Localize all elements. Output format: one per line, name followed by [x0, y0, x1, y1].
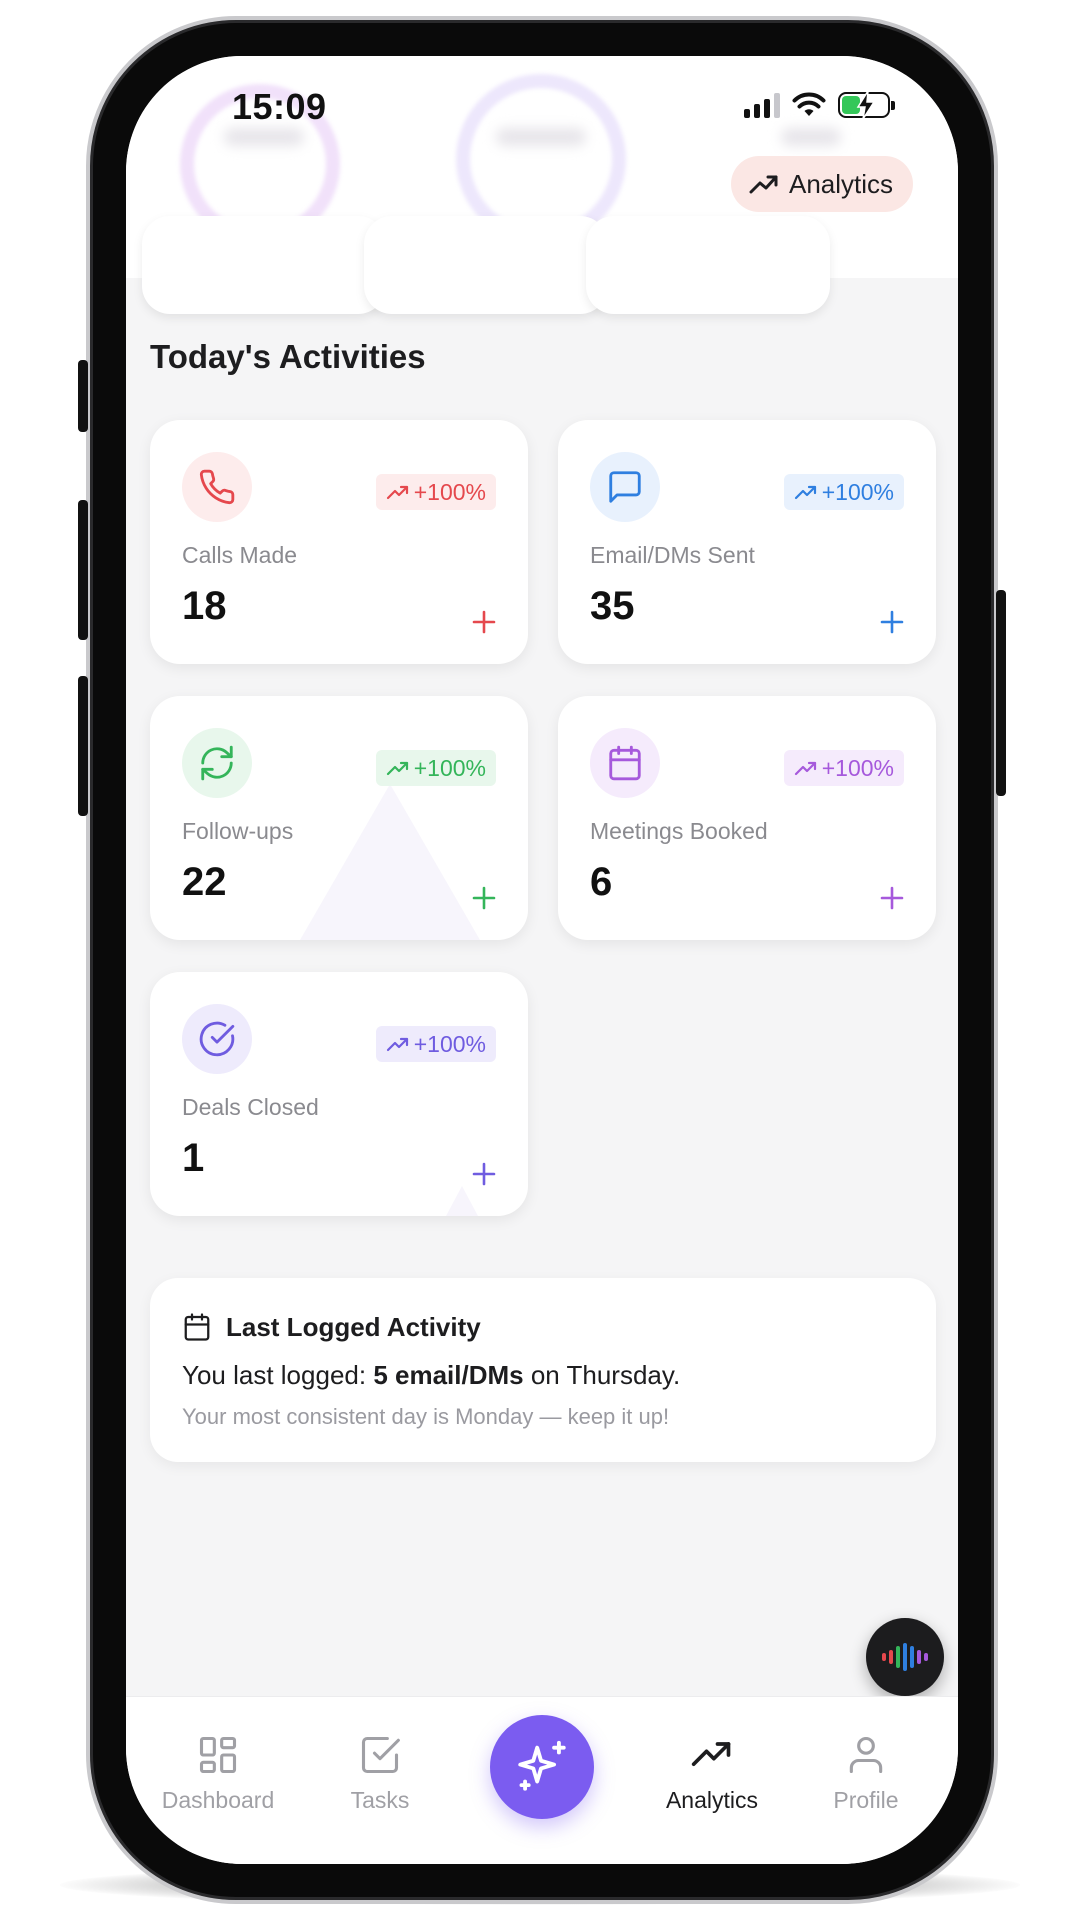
plus-icon[interactable]	[470, 1160, 498, 1188]
checkbox-icon	[361, 1736, 400, 1774]
calendar-icon	[590, 728, 660, 798]
decorative-shape	[446, 1186, 478, 1216]
last-logged-title: Last Logged Activity	[226, 1312, 481, 1342]
bottom-navigation: Dashboard Tasks Analytics Profile	[126, 1696, 958, 1864]
trending-up-icon	[794, 485, 816, 500]
volume-up-button	[78, 500, 88, 640]
last-logged-summary: You last logged: 5 email/DMs on Thursday…	[182, 1360, 681, 1390]
voice-assistant-button[interactable]	[866, 1618, 944, 1696]
user-icon	[849, 1736, 883, 1774]
check-circle-icon	[182, 1004, 252, 1074]
activity-card-deals[interactable]: +100% Deals Closed 1	[150, 972, 528, 1216]
ai-sparkle-button[interactable]	[490, 1715, 594, 1819]
change-badge: +100%	[375, 750, 496, 786]
change-badge: +100%	[375, 1026, 496, 1062]
calendar-icon	[184, 1313, 210, 1341]
nav-label: Analytics	[665, 1787, 759, 1813]
last-logged-subtitle: Your most consistent day is Monday — kee…	[182, 1404, 670, 1429]
activity-label: Email/DMs Sent	[590, 542, 755, 568]
activity-value: 22	[182, 860, 227, 904]
plus-icon[interactable]	[878, 608, 906, 636]
message-icon	[590, 452, 660, 522]
trending-up-icon	[691, 1742, 731, 1766]
activity-value: 1	[182, 1136, 205, 1180]
refresh-icon	[182, 728, 252, 798]
analytics-button[interactable]: Analytics	[731, 156, 914, 212]
volume-down-button	[78, 676, 88, 816]
nav-analytics[interactable]: Analytics	[642, 1733, 782, 1814]
activity-card-calls[interactable]: +100% Calls Made 18	[150, 420, 528, 664]
trending-up-icon	[386, 1037, 408, 1052]
mute-switch	[78, 360, 88, 432]
activity-value: 18	[182, 584, 227, 628]
activity-card-followups[interactable]: +100% Follow-ups 22	[150, 696, 528, 940]
activity-value: 6	[590, 860, 613, 904]
nav-label: Profile	[833, 1787, 899, 1813]
trending-up-icon	[794, 761, 816, 776]
last-logged-card: Last Logged Activity You last logged: 5 …	[150, 1278, 936, 1462]
plus-icon[interactable]	[470, 884, 498, 912]
activity-value: 35	[590, 584, 635, 628]
trending-up-icon	[386, 761, 408, 776]
activity-label: Follow-ups	[182, 818, 294, 844]
activity-label: Meetings Booked	[590, 818, 768, 844]
plus-icon[interactable]	[878, 884, 906, 912]
nav-profile[interactable]: Profile	[796, 1733, 936, 1814]
change-badge: +100%	[375, 474, 496, 510]
activity-label: Calls Made	[182, 542, 298, 568]
change-badge: +100%	[783, 474, 904, 510]
nav-dashboard[interactable]: Dashboard	[148, 1733, 288, 1814]
change-badge: +100%	[783, 750, 904, 786]
plus-icon[interactable]	[470, 608, 498, 636]
phone-icon	[182, 452, 252, 522]
sparkles-icon	[518, 1740, 566, 1791]
activity-label: Deals Closed	[182, 1094, 319, 1120]
section-title: Today's Activities	[150, 338, 426, 375]
power-button	[996, 590, 1006, 796]
decorative-shape	[300, 784, 480, 940]
trending-up-icon	[386, 485, 408, 500]
analytics-button-label: Analytics	[789, 168, 894, 199]
trending-up-icon	[749, 175, 778, 194]
nav-label: Dashboard	[161, 1787, 275, 1813]
app-screen: 15:09 Analytics Today's Activities +100%…	[126, 56, 958, 1864]
activity-card-meetings[interactable]: +100% Meetings Booked 6	[558, 696, 936, 940]
nav-label: Tasks	[350, 1787, 410, 1813]
grid-icon	[199, 1736, 237, 1774]
activity-card-emails[interactable]: +100% Email/DMs Sent 35	[558, 420, 936, 664]
nav-tasks[interactable]: Tasks	[310, 1733, 450, 1814]
